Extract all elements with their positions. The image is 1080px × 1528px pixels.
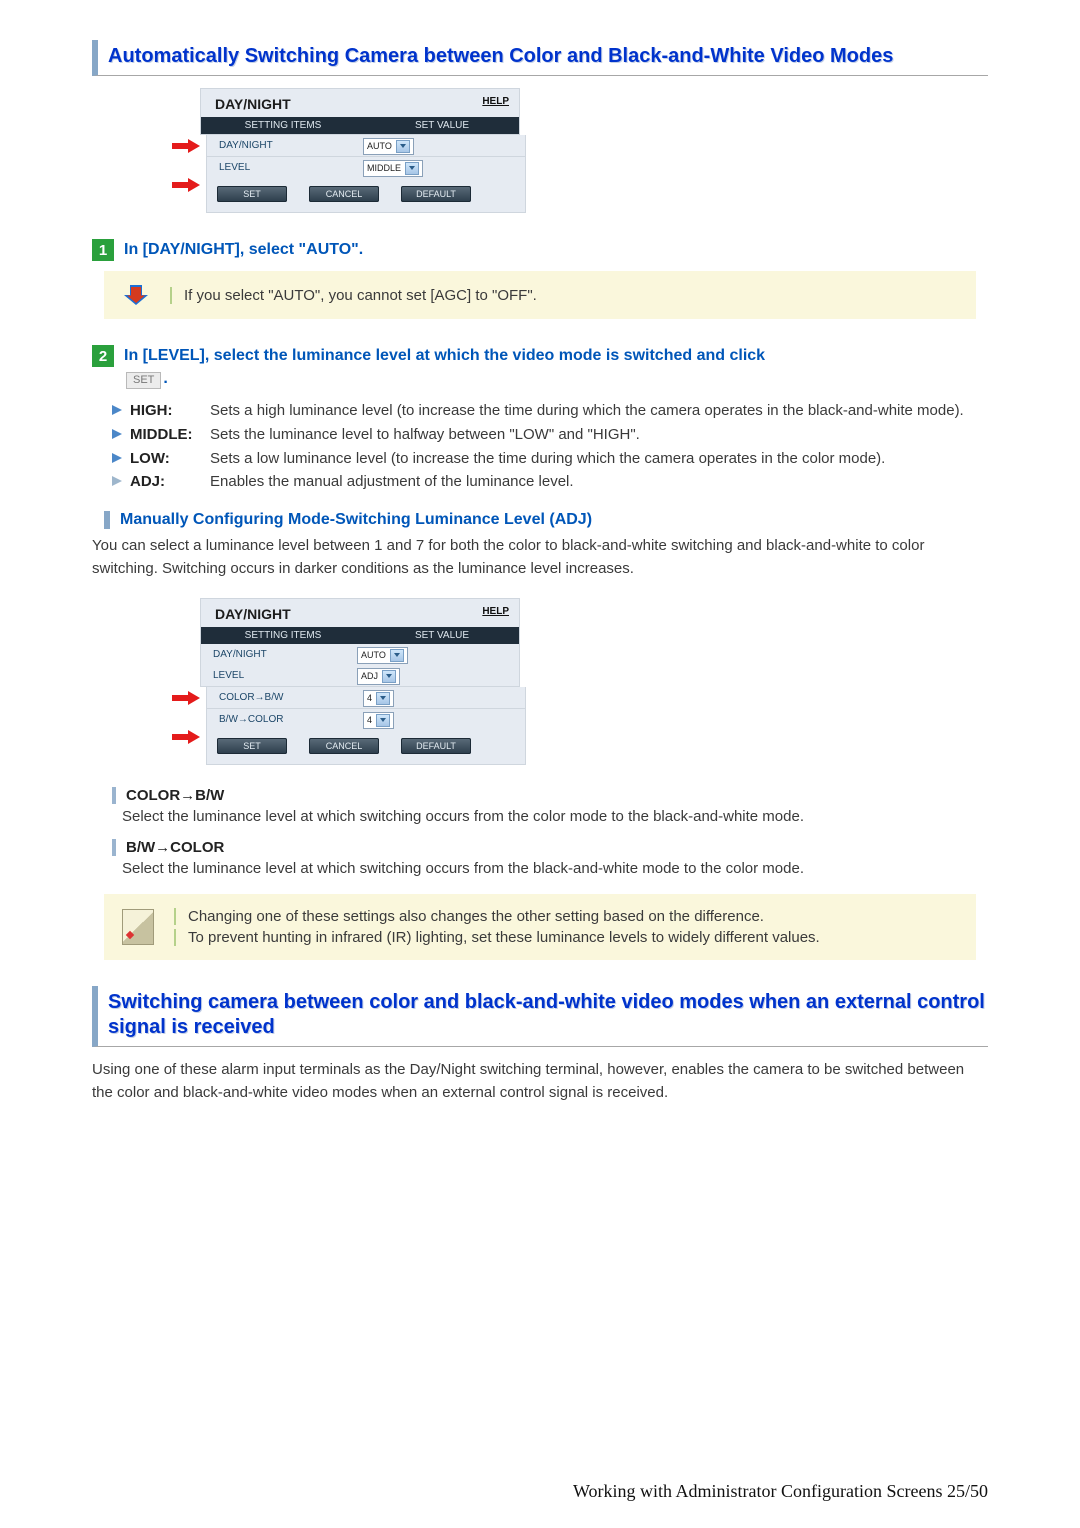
- help-link[interactable]: HELP: [482, 606, 509, 622]
- select-daynight[interactable]: AUTO: [363, 138, 414, 155]
- bullet-arrow-icon: [112, 476, 122, 486]
- note-text: To prevent hunting in infrared (IR) ligh…: [174, 929, 958, 946]
- def-label: MIDDLE:: [130, 424, 202, 446]
- cancel-button[interactable]: CANCEL: [309, 186, 379, 202]
- def-value: Sets the luminance level to halfway betw…: [210, 424, 988, 446]
- select-level[interactable]: MIDDLE: [363, 160, 423, 177]
- info-arrow-icon: [122, 281, 150, 309]
- arrow-icon: [172, 178, 200, 192]
- help-link[interactable]: HELP: [482, 96, 509, 112]
- note-text: Changing one of these settings also chan…: [174, 908, 958, 925]
- bw-color-text: Select the luminance level at which swit…: [122, 858, 968, 881]
- chevron-down-icon: [396, 140, 410, 153]
- bullet-arrow-icon: [112, 405, 122, 415]
- bullet-arrow-icon: [112, 429, 122, 439]
- subheading-bw-color: B/W→COLOR: [112, 839, 988, 856]
- setting-row-label: B/W→COLOR: [207, 714, 363, 725]
- note-box: If you select "AUTO", you cannot set [AG…: [104, 271, 976, 319]
- note-text: If you select "AUTO", you cannot set [AG…: [170, 287, 958, 304]
- adj-description: You can select a luminance level between…: [92, 535, 988, 580]
- set-button-inline: SET: [126, 372, 161, 389]
- step-badge-1: 1: [92, 239, 114, 261]
- setting-row-label: DAY/NIGHT: [207, 140, 363, 151]
- setting-row-label: COLOR→B/W: [207, 692, 363, 703]
- column-setting-items: SETTING ITEMS: [201, 627, 365, 644]
- setting-row-label: DAY/NIGHT: [201, 649, 357, 660]
- bullet-arrow-icon: [112, 453, 122, 463]
- set-button[interactable]: SET: [217, 186, 287, 202]
- arrow-icon: [172, 139, 200, 153]
- def-value: Sets a high luminance level (to increase…: [210, 400, 988, 422]
- column-setting-items: SETTING ITEMS: [201, 117, 365, 134]
- select-bw-color[interactable]: 4: [363, 712, 394, 729]
- arrow-icon: [172, 730, 200, 744]
- note-box: Changing one of these settings also chan…: [104, 894, 976, 960]
- step-badge-2: 2: [92, 345, 114, 367]
- subheading-color-bw: COLOR→B/W: [112, 787, 988, 804]
- def-label: ADJ:: [130, 471, 202, 493]
- panel-title: DAY/NIGHT: [215, 96, 291, 112]
- cancel-button[interactable]: CANCEL: [309, 738, 379, 754]
- document-page: Automatically Switching Camera between C…: [0, 0, 1080, 1528]
- step-2-text: In [LEVEL], select the luminance level a…: [124, 345, 765, 390]
- level-definitions: HIGH: Sets a high luminance level (to in…: [112, 400, 988, 493]
- page-footer: Working with Administrator Configuration…: [573, 1481, 988, 1502]
- chevron-down-icon: [390, 649, 404, 662]
- screenshot-daynight-2: DAY/NIGHT HELP SETTING ITEMS SET VALUE D…: [164, 598, 988, 765]
- external-switch-body: Using one of these alarm input terminals…: [92, 1059, 988, 1104]
- chevron-down-icon: [382, 670, 396, 683]
- chevron-down-icon: [405, 162, 419, 175]
- screenshot-daynight-1: DAY/NIGHT HELP SETTING ITEMS SET VALUE D…: [164, 88, 988, 213]
- column-set-value: SET VALUE: [365, 117, 519, 134]
- chevron-down-icon: [376, 692, 390, 705]
- def-value: Enables the manual adjustment of the lum…: [210, 471, 988, 493]
- set-button[interactable]: SET: [217, 738, 287, 754]
- column-set-value: SET VALUE: [365, 627, 519, 644]
- default-button[interactable]: DEFAULT: [401, 738, 471, 754]
- def-label: HIGH:: [130, 400, 202, 422]
- section-title-external-switch: Switching camera between color and black…: [92, 986, 988, 1047]
- select-daynight[interactable]: AUTO: [357, 647, 408, 664]
- select-color-bw[interactable]: 4: [363, 690, 394, 707]
- chevron-down-icon: [376, 714, 390, 727]
- setting-row-label: LEVEL: [201, 670, 357, 681]
- def-label: LOW:: [130, 448, 202, 470]
- select-level[interactable]: ADJ: [357, 668, 400, 685]
- section-title-auto-switching: Automatically Switching Camera between C…: [92, 40, 988, 76]
- step-1-text: In [DAY/NIGHT], select "AUTO".: [124, 239, 363, 261]
- subheading-adj: Manually Configuring Mode-Switching Lumi…: [104, 511, 988, 529]
- setting-row-label: LEVEL: [207, 162, 363, 173]
- color-bw-text: Select the luminance level at which swit…: [122, 806, 968, 829]
- default-button[interactable]: DEFAULT: [401, 186, 471, 202]
- arrow-icon: [172, 691, 200, 705]
- panel-title: DAY/NIGHT: [215, 606, 291, 622]
- pencil-note-icon: [122, 909, 154, 945]
- def-value: Sets a low luminance level (to increase …: [210, 448, 988, 470]
